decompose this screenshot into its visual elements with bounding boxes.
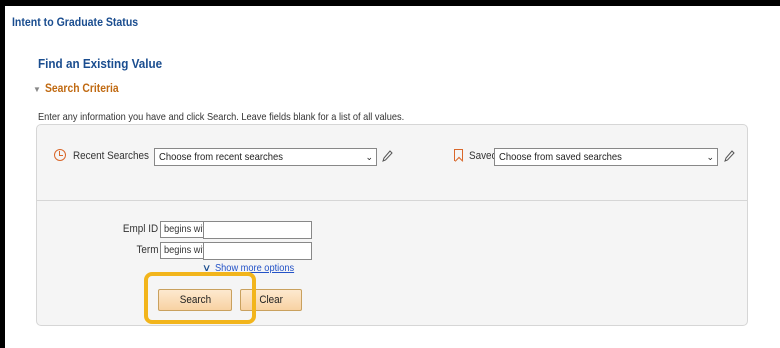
- search-criteria-box: Recent Searches Choose from recent searc…: [36, 124, 748, 326]
- instructions-text: Enter any information you have and click…: [38, 111, 405, 123]
- find-existing-value-heading: Find an Existing Value: [38, 56, 163, 71]
- searches-row: Recent Searches Choose from recent searc…: [37, 148, 747, 170]
- search-button-highlight: [144, 272, 256, 324]
- term-row: Term begins with ⌄: [37, 242, 747, 260]
- divider: [37, 200, 747, 201]
- edit-recent-pencil-icon[interactable]: [381, 149, 393, 163]
- recent-searches-value: Choose from recent searches: [159, 151, 283, 163]
- search-criteria-label: Search Criteria: [44, 83, 119, 95]
- term-label: Term: [135, 244, 158, 256]
- recent-searches-select[interactable]: Choose from recent searches ⌄: [154, 148, 377, 166]
- bookmark-icon: [454, 149, 463, 161]
- history-icon: [54, 149, 66, 161]
- saved-searches-select[interactable]: Choose from saved searches ⌄: [494, 148, 718, 166]
- collapse-triangle-icon: ▼: [33, 84, 41, 94]
- empl-id-row: Empl ID begins with ⌄: [37, 221, 747, 239]
- edit-saved-pencil-icon[interactable]: [723, 149, 735, 163]
- empl-id-label: Empl ID: [122, 223, 158, 235]
- chevron-down-icon: ⌄: [706, 152, 714, 162]
- search-criteria-toggle[interactable]: ▼ Search Criteria: [33, 83, 127, 95]
- empl-id-input[interactable]: [203, 221, 312, 239]
- recent-searches-label: Recent Searches: [73, 150, 149, 162]
- saved-searches-value: Choose from saved searches: [499, 151, 622, 163]
- page-title: Intent to Graduate Status: [12, 15, 139, 29]
- chevron-down-icon: ⌄: [365, 152, 373, 162]
- term-input[interactable]: [203, 242, 312, 260]
